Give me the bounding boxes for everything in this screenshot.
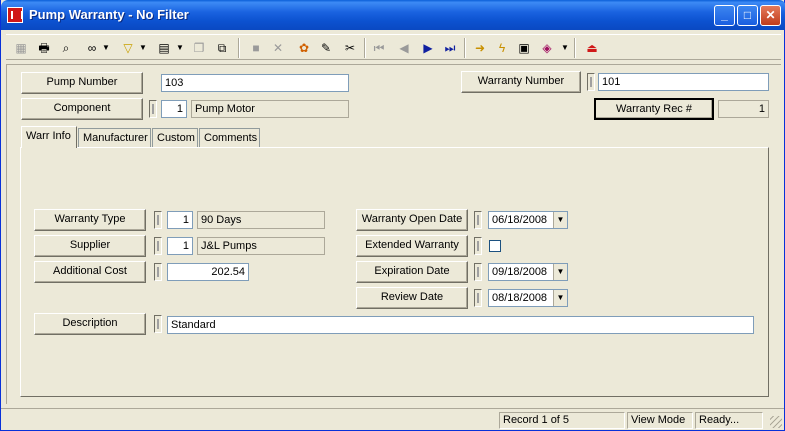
warranty-open-date-value: 06/18/2008 bbox=[492, 214, 548, 226]
close-button[interactable]: ✕ bbox=[760, 5, 781, 26]
extended-warranty-button[interactable]: Extended Warranty bbox=[356, 235, 468, 257]
tab-custom[interactable]: Custom bbox=[152, 128, 198, 147]
table-icon[interactable]: ▦ bbox=[11, 38, 31, 58]
warranty-number-button[interactable]: Warranty Number bbox=[461, 71, 581, 93]
warranty-type-button[interactable]: Warranty Type bbox=[34, 209, 146, 231]
review-date-value: 08/18/2008 bbox=[492, 292, 548, 304]
copy-icon[interactable]: ❐ bbox=[189, 38, 209, 58]
expiration-date-button[interactable]: Expiration Date bbox=[356, 261, 468, 283]
warranty-open-date-button[interactable]: Warranty Open Date bbox=[356, 209, 468, 231]
save-icon[interactable]: ■ bbox=[246, 38, 266, 58]
warranty-rec-field: 1 bbox=[718, 100, 769, 118]
resize-grip-icon[interactable] bbox=[770, 416, 782, 428]
lock-icon bbox=[154, 237, 162, 255]
spellcheck-icon[interactable]: ✿ bbox=[294, 38, 314, 58]
prev-record-icon[interactable]: ◀ bbox=[394, 38, 414, 58]
expiration-date-field[interactable]: 09/18/2008 ▼ bbox=[488, 263, 568, 281]
tab-comments[interactable]: Comments bbox=[199, 128, 260, 147]
print-preview-icon[interactable]: ⌕ bbox=[56, 38, 76, 58]
chevron-down-icon[interactable]: ▼ bbox=[553, 212, 567, 228]
chevron-down-icon[interactable]: ▼ bbox=[176, 38, 184, 58]
description-field[interactable]: Standard bbox=[167, 316, 754, 334]
status-bar: Record 1 of 5 View Mode Ready... bbox=[1, 408, 784, 430]
expiration-date-value: 09/18/2008 bbox=[492, 266, 548, 278]
supplier-code-field[interactable]: 1 bbox=[167, 237, 193, 255]
component-button[interactable]: Component bbox=[21, 98, 143, 120]
lock-icon bbox=[154, 263, 162, 281]
next-record-icon[interactable]: ▶ bbox=[418, 38, 438, 58]
window-title: Pump Warranty - No Filter bbox=[29, 7, 189, 22]
component-name-field: Pump Motor bbox=[191, 100, 349, 118]
toolbar-separator bbox=[238, 38, 240, 58]
binoculars-icon[interactable]: ∞ bbox=[82, 38, 102, 58]
lock-icon bbox=[474, 263, 482, 281]
chevron-down-icon[interactable]: ▼ bbox=[561, 38, 569, 58]
warranty-type-code-field[interactable]: 1 bbox=[167, 211, 193, 229]
lock-icon bbox=[154, 211, 162, 229]
pump-number-button[interactable]: Pump Number bbox=[21, 72, 143, 94]
tab-warr-info[interactable]: Warr Info bbox=[21, 126, 77, 148]
lock-icon bbox=[474, 211, 482, 229]
supplier-name-field: J&L Pumps bbox=[197, 237, 325, 255]
component-code-field[interactable]: 1 bbox=[161, 100, 187, 118]
lock-icon bbox=[149, 100, 157, 118]
lightning-icon[interactable]: ϟ bbox=[492, 38, 512, 58]
warranty-open-date-field[interactable]: 06/18/2008 ▼ bbox=[488, 211, 568, 229]
warranty-rec-button[interactable]: Warranty Rec # bbox=[594, 98, 714, 120]
lock-icon bbox=[587, 73, 595, 91]
title-bar[interactable]: Pump Warranty - No Filter _ □ ✕ bbox=[1, 0, 785, 30]
review-date-field[interactable]: 08/18/2008 ▼ bbox=[488, 289, 568, 307]
app-window: Pump Warranty - No Filter _ □ ✕ ▦ 🖶 ⌕ ∞ … bbox=[0, 0, 785, 431]
goto-icon[interactable]: ➜ bbox=[470, 38, 490, 58]
tab-manufacturer[interactable]: Manufacturer bbox=[78, 128, 151, 147]
status-record: Record 1 of 5 bbox=[499, 412, 625, 429]
warranty-type-name-field: 90 Days bbox=[197, 211, 325, 229]
print-icon[interactable]: 🖶 bbox=[34, 38, 54, 58]
maximize-button[interactable]: □ bbox=[737, 5, 758, 26]
review-date-button[interactable]: Review Date bbox=[356, 287, 468, 309]
chevron-down-icon[interactable]: ▼ bbox=[553, 290, 567, 306]
edit-icon[interactable]: ✎ bbox=[316, 38, 336, 58]
new-record-icon[interactable]: ▤ bbox=[154, 38, 174, 58]
status-mode: View Mode bbox=[627, 412, 693, 429]
exit-icon[interactable]: ⏏ bbox=[582, 38, 602, 58]
pump-number-field[interactable]: 103 bbox=[161, 74, 349, 92]
additional-cost-field[interactable]: 202.54 bbox=[167, 263, 249, 281]
report-icon[interactable]: ▣ bbox=[514, 38, 534, 58]
app-icon[interactable] bbox=[7, 7, 23, 23]
chevron-down-icon[interactable]: ▼ bbox=[553, 264, 567, 280]
toolbar-separator bbox=[464, 38, 466, 58]
minimize-button[interactable]: _ bbox=[714, 5, 735, 26]
cut-icon[interactable]: ✂ bbox=[340, 38, 360, 58]
first-record-icon[interactable]: ⏮ bbox=[369, 38, 389, 58]
toolbar-separator bbox=[574, 38, 576, 58]
toolbar: ▦ 🖶 ⌕ ∞ ▼ ▽ ▼ ▤ ▼ ❐ ⧉ ■ ✕ ✿ ✎ ✂ ⏮ ◀ ▶ ⏭ … bbox=[6, 34, 781, 60]
additional-cost-button[interactable]: Additional Cost bbox=[34, 261, 146, 283]
lock-icon bbox=[474, 289, 482, 307]
filter-icon[interactable]: ▽ bbox=[118, 38, 138, 58]
chevron-down-icon[interactable]: ▼ bbox=[139, 38, 147, 58]
last-record-icon[interactable]: ⏭ bbox=[440, 38, 460, 58]
books-icon[interactable]: ◈ bbox=[537, 38, 557, 58]
lock-icon bbox=[154, 315, 162, 333]
lock-icon bbox=[474, 237, 482, 255]
warranty-number-field[interactable]: 101 bbox=[598, 73, 769, 91]
copy-record-icon[interactable]: ⧉ bbox=[212, 38, 232, 58]
delete-icon[interactable]: ✕ bbox=[268, 38, 288, 58]
chevron-down-icon[interactable]: ▼ bbox=[102, 38, 110, 58]
extended-warranty-checkbox[interactable] bbox=[489, 240, 501, 252]
toolbar-separator bbox=[364, 38, 366, 58]
supplier-button[interactable]: Supplier bbox=[34, 235, 146, 257]
description-button[interactable]: Description bbox=[34, 313, 146, 335]
status-state: Ready... bbox=[695, 412, 763, 429]
